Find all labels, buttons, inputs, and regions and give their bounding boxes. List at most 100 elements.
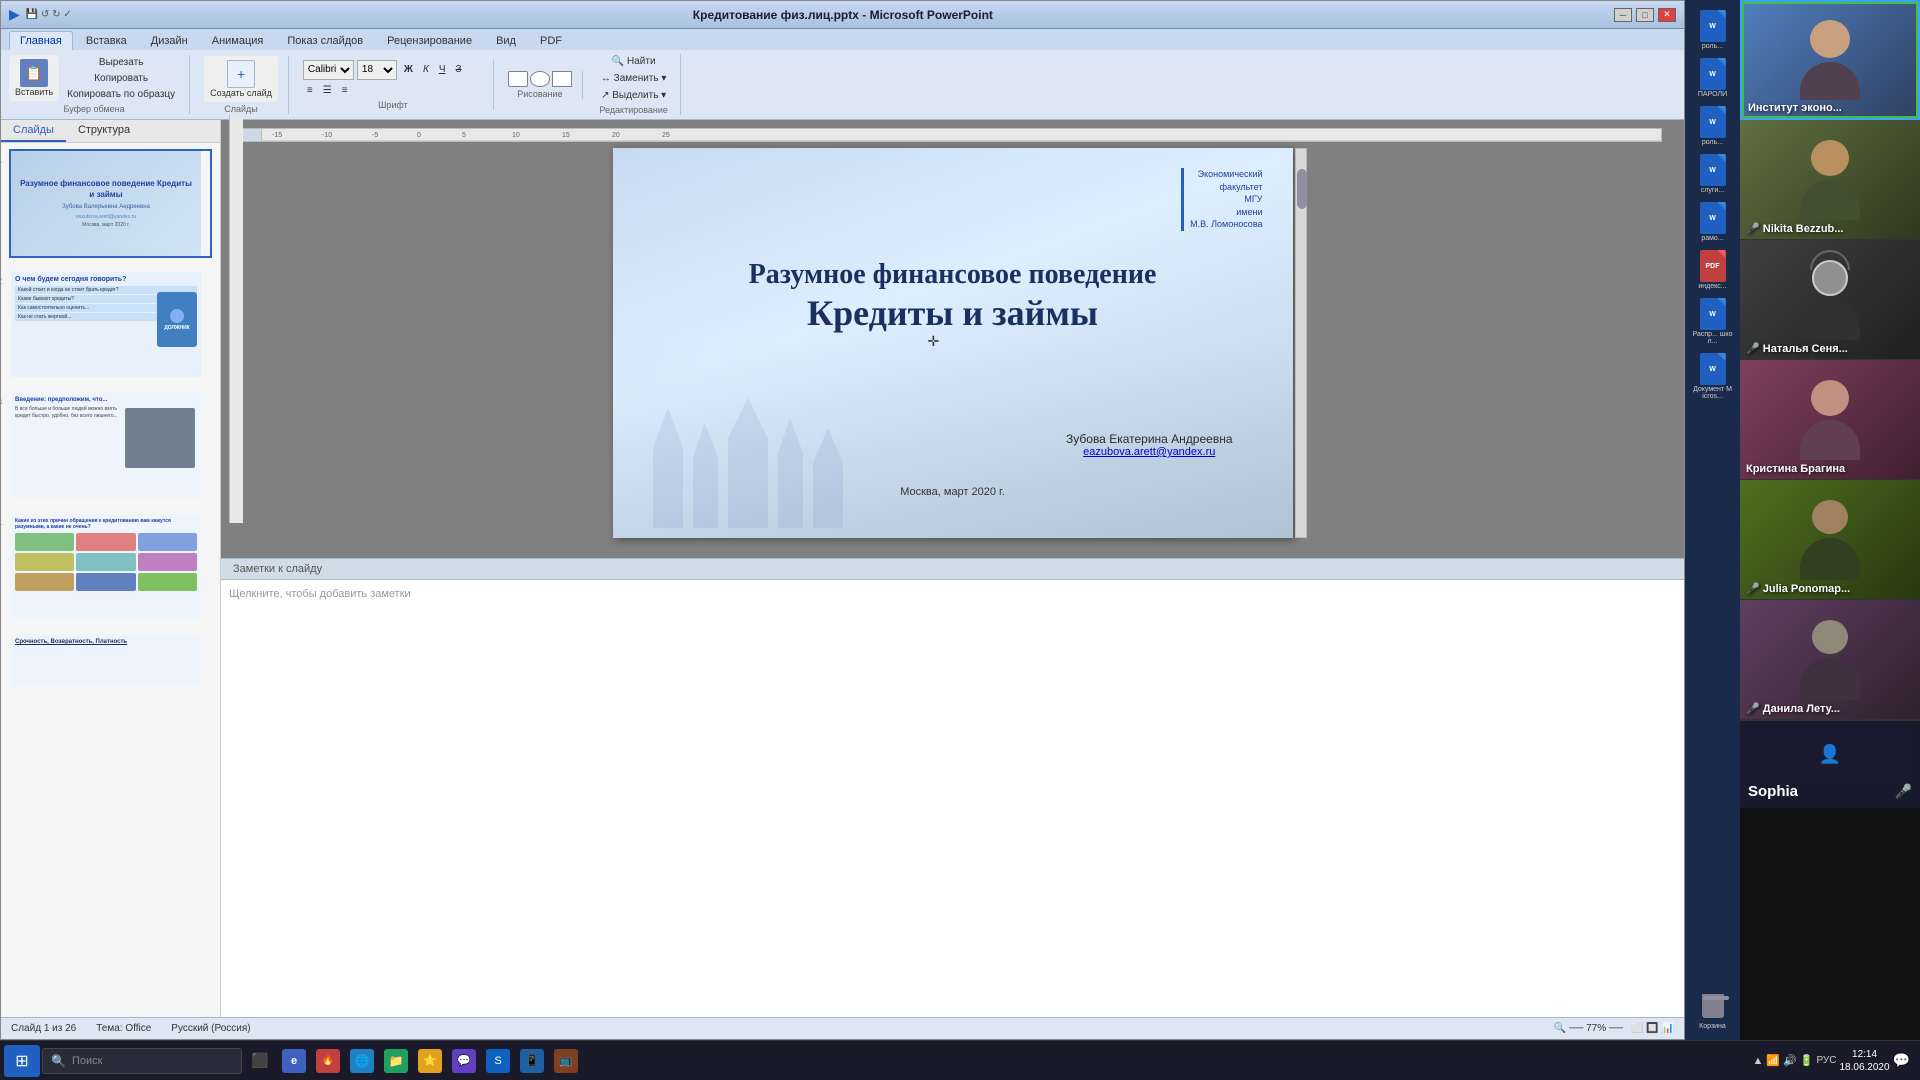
taskbar-app-1[interactable]: e <box>278 1045 310 1077</box>
participant-name-5: 🎤 Julia Ponomaр... <box>1746 582 1914 595</box>
taskbar-app-3[interactable]: 🌐 <box>346 1045 378 1077</box>
doc-icon-7: W <box>1700 298 1726 330</box>
notes-area[interactable]: Щелкните, чтобы добавить заметки <box>221 580 1684 1018</box>
tab-home[interactable]: Главная <box>9 31 73 50</box>
notes-divider[interactable]: Заметки к слайду <box>221 558 1684 580</box>
close-btn[interactable]: ✕ <box>1658 8 1676 22</box>
slide-thumb-3[interactable]: 3 Введение: предположим, что... В все бо… <box>9 391 212 500</box>
taskbar-app-7[interactable]: S <box>482 1045 514 1077</box>
taskbar-app-5[interactable]: ⭐ <box>414 1045 446 1077</box>
status-right: 🔍 ── 77% ── ⬜ 🔲 📊 <box>1554 1023 1674 1034</box>
taskbar-app-6[interactable]: 💬 <box>448 1045 480 1077</box>
task-view-btn[interactable]: ⬛ <box>244 1045 276 1077</box>
taskbar-app-4[interactable]: 📁 <box>380 1045 412 1077</box>
window-controls[interactable]: ─ □ ✕ <box>1614 8 1676 22</box>
slides-group: + Создать слайд Слайды <box>204 56 289 114</box>
maximize-btn[interactable]: □ <box>1636 8 1654 22</box>
file-label-3: роль... <box>1702 139 1723 146</box>
tab-view[interactable]: Вид <box>485 31 527 50</box>
tab-design[interactable]: Дизайн <box>140 31 199 50</box>
file-doc-7[interactable]: W Распр... школ... <box>1691 296 1735 347</box>
tab-review[interactable]: Рецензирование <box>376 31 483 50</box>
bold-btn[interactable]: Ж <box>400 62 417 77</box>
video-tile-4[interactable]: Кристина Брагина <box>1740 360 1920 480</box>
editing-label: Редактирование <box>599 105 668 115</box>
file-doc-8[interactable]: W Документ Micros... <box>1691 351 1735 402</box>
file-doc-2[interactable]: W ПАРОЛИ <box>1691 56 1735 100</box>
video-tile-2[interactable]: 🎤 Nikita Bezzub... <box>1740 120 1920 240</box>
rect-shape[interactable] <box>508 71 528 87</box>
align-center-btn[interactable]: ☰ <box>319 83 336 98</box>
file-doc-3[interactable]: W роль... <box>1691 104 1735 148</box>
video-tile-3[interactable]: 🎤 Наталья Сеня... <box>1740 240 1920 360</box>
font-label: Шрифт <box>378 100 408 110</box>
doc-icon-1: W <box>1700 10 1726 42</box>
cut-btn[interactable]: Вырезать <box>63 55 179 70</box>
sophia-section: 👤 Sophia 🎤 <box>1740 720 1920 808</box>
outline-tab[interactable]: Структура <box>66 120 142 142</box>
font-family-select[interactable]: Calibri <box>303 60 354 80</box>
video-tile-5[interactable]: 🎤 Julia Ponomaр... <box>1740 480 1920 600</box>
slides-tab[interactable]: Слайды <box>1 120 66 142</box>
mute-icon-3: 🎤 <box>1746 343 1760 355</box>
slide-thumb-4[interactable]: 4 Какие из этих причин обращения к креди… <box>9 512 212 621</box>
tab-animation[interactable]: Анимация <box>201 31 275 50</box>
format-btn[interactable]: Копировать по образцу <box>63 87 179 102</box>
avatar-head-1 <box>1810 20 1850 58</box>
svg-text:-5: -5 <box>372 132 378 139</box>
taskbar-search[interactable]: 🔍 Поиск <box>42 1048 242 1074</box>
slide-content[interactable]: Экономический факультет МГУ имени М.В. Л… <box>613 148 1293 538</box>
taskbar-app-8[interactable]: 📱 <box>516 1045 548 1077</box>
slide-thumb-5[interactable]: 5 Срочность, Возвратность, Платность <box>9 633 212 688</box>
font-group: Calibri 18 Ж К Ч З ≡ ☰ <box>303 60 494 110</box>
app-icon-1: e <box>282 1049 306 1073</box>
video-tile-1[interactable]: Институт эконо... <box>1740 0 1920 120</box>
main-slide[interactable]: Экономический факультет МГУ имени М.В. Л… <box>613 148 1293 538</box>
app-icon-5: ⭐ <box>418 1049 442 1073</box>
search-icon: 🔍 <box>51 1054 66 1068</box>
line-shape[interactable] <box>552 71 572 87</box>
vertical-scrollbar[interactable] <box>1295 148 1307 538</box>
tab-pdf[interactable]: PDF <box>529 31 573 50</box>
minimize-btn[interactable]: ─ <box>1614 8 1632 22</box>
italic-btn[interactable]: К <box>419 62 433 77</box>
sophia-video: 👤 <box>1748 729 1912 779</box>
video-sidebar: Институт эконо... 🎤 Nikita Bezzub... <box>1740 0 1920 1040</box>
ellipse-shape[interactable] <box>530 71 550 87</box>
slide-cursor[interactable]: ✛ <box>928 333 940 350</box>
video-tile-6[interactable]: 🎤 Данила Лету... <box>1740 600 1920 720</box>
align-left-btn[interactable]: ≡ <box>303 83 317 98</box>
file-doc-5[interactable]: W рамо... <box>1691 200 1735 244</box>
replace-btn[interactable]: ↔ Заменить ▾ <box>597 71 671 86</box>
select-btn[interactable]: ↗ Выделить ▾ <box>597 88 671 103</box>
trash-icon[interactable]: Корзина <box>1691 988 1735 1032</box>
taskbar-app-9[interactable]: 📺 <box>550 1045 582 1077</box>
file-label-2: ПАРОЛИ <box>1698 91 1727 98</box>
ruler-horizontal: -15 -10 -5 0 5 10 15 20 25 <box>231 128 1662 142</box>
slide-thumb-2[interactable]: 2 О чем будем сегодня говорить? Какой ст… <box>9 270 212 379</box>
start-button[interactable]: ⊞ <box>4 1045 40 1077</box>
taskbar-app-2[interactable]: 🔥 <box>312 1045 344 1077</box>
file-doc-6[interactable]: PDF индекс... <box>1691 248 1735 292</box>
underline-btn[interactable]: Ч <box>435 62 450 77</box>
font-size-select[interactable]: 18 <box>357 60 397 80</box>
drawing-label: Рисование <box>517 89 562 99</box>
paste-btn[interactable]: 📋 Вставить <box>9 55 59 101</box>
scrollbar-thumb[interactable] <box>1297 169 1307 209</box>
copy-btn[interactable]: Копировать <box>63 71 179 86</box>
align-right-btn[interactable]: ≡ <box>338 83 352 98</box>
tray-chevron[interactable]: ▲ <box>1752 1055 1763 1067</box>
language-indicator[interactable]: РУС <box>1816 1055 1836 1066</box>
new-slide-btn[interactable]: + Создать слайд <box>204 56 278 102</box>
file-doc-4[interactable]: W слуги... <box>1691 152 1735 196</box>
notification-icon[interactable]: 💬 <box>1893 1052 1910 1069</box>
file-doc-1[interactable]: W роль... <box>1691 8 1735 52</box>
trash-label: Корзина <box>1699 1023 1726 1030</box>
find-btn[interactable]: 🔍 Найти <box>597 54 671 69</box>
slide-thumb-1[interactable]: 1 Разумное финансовое поведение Кредиты … <box>9 149 212 258</box>
slide-title-area: Разумное финансовое поведение Кредиты и … <box>643 258 1263 334</box>
tab-slideshow[interactable]: Показ слайдов <box>276 31 374 50</box>
strikethrough-btn[interactable]: З <box>452 62 466 77</box>
tab-insert[interactable]: Вставка <box>75 31 138 50</box>
svg-text:-15: -15 <box>272 132 282 139</box>
